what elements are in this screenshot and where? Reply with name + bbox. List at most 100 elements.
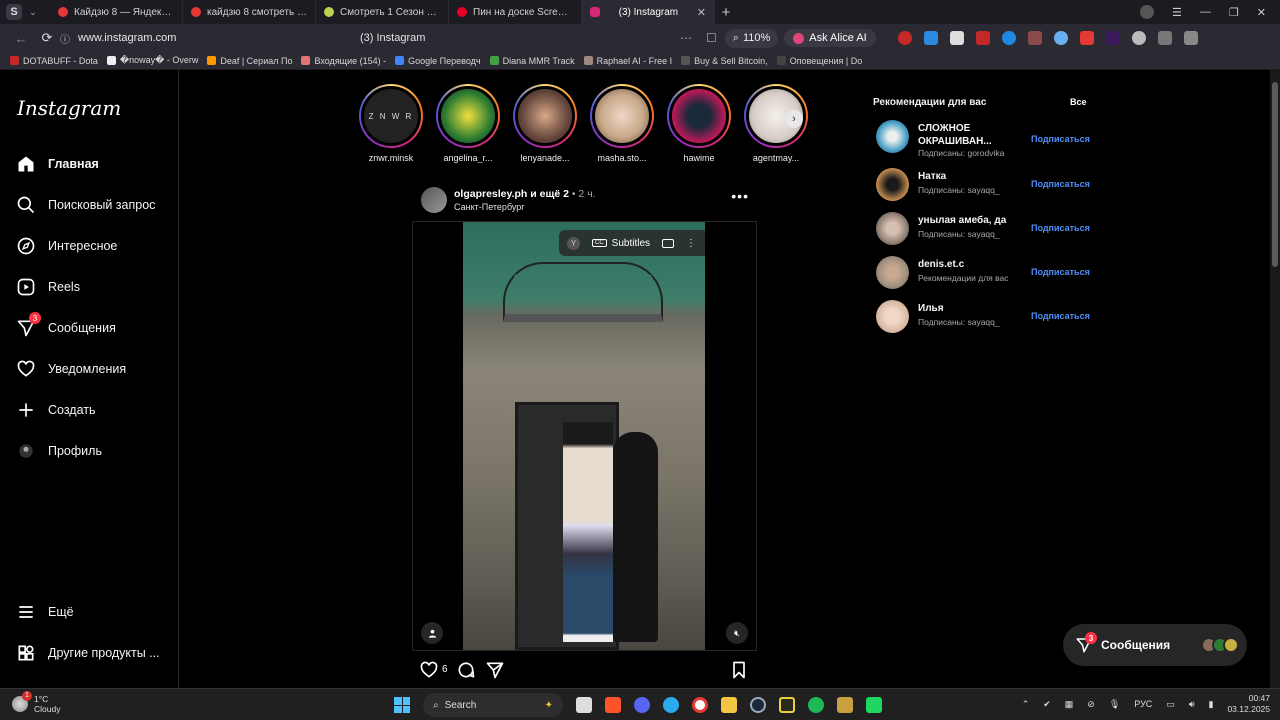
follow-button[interactable]: Подписаться bbox=[1031, 223, 1090, 233]
follow-button[interactable]: Подписаться bbox=[1031, 179, 1090, 189]
zoom-button[interactable]: ⌕ 110% bbox=[724, 28, 779, 48]
share-icon[interactable] bbox=[485, 660, 505, 680]
suggestion-username[interactable]: унылая амеба, да bbox=[918, 214, 1018, 227]
instagram-logo[interactable]: Instagram bbox=[17, 96, 121, 120]
maximize-icon[interactable]: ❐ bbox=[1229, 6, 1239, 19]
extensions-icon[interactable] bbox=[1157, 31, 1172, 45]
suggestion-avatar[interactable] bbox=[876, 212, 909, 245]
taskbar-search[interactable]: ⌕ Search ✦ bbox=[423, 693, 563, 717]
browser-tab[interactable]: Пин на доске Screen wallp bbox=[449, 0, 582, 24]
like-heart-icon[interactable] bbox=[419, 660, 439, 680]
comment-icon[interactable] bbox=[456, 660, 476, 680]
subtitles-button[interactable]: CC Subtitles bbox=[592, 238, 650, 249]
sidebar-item-notifications[interactable]: Уведомления bbox=[16, 359, 126, 379]
spotify-icon[interactable] bbox=[808, 697, 824, 713]
browser-logo[interactable]: S bbox=[6, 4, 22, 20]
folder-icon[interactable] bbox=[721, 697, 737, 713]
battery-icon[interactable]: ▮ bbox=[1209, 699, 1214, 710]
steam-icon[interactable] bbox=[750, 697, 766, 713]
bookmark-item[interactable]: Google Переводч bbox=[395, 56, 489, 66]
sidebar-item-messages[interactable]: 3 Сообщения bbox=[16, 312, 116, 338]
close-tab-icon[interactable]: ✕ bbox=[697, 6, 706, 19]
file-explorer-icon[interactable] bbox=[576, 697, 592, 713]
sidebar-item-home[interactable]: Главная bbox=[16, 154, 99, 174]
more-options-icon[interactable]: ••• bbox=[731, 188, 749, 204]
bookmark-icon[interactable]: ☐ bbox=[706, 31, 717, 45]
extension-icon[interactable] bbox=[923, 31, 938, 45]
adblock-icon[interactable] bbox=[975, 31, 990, 45]
suggestion-username[interactable]: denis.et.c bbox=[918, 258, 1018, 271]
bookmark-item[interactable]: Deaf | Сериал По bbox=[207, 56, 301, 66]
discord-icon[interactable] bbox=[634, 697, 650, 713]
tagged-people-button[interactable] bbox=[421, 622, 443, 644]
sidebar-item-create[interactable]: Создать bbox=[16, 400, 96, 420]
save-bookmark-icon[interactable] bbox=[729, 660, 749, 680]
yandex-icon[interactable]: Y bbox=[567, 236, 580, 250]
bookmark-item[interactable]: Buy & Sell Bitcoin, bbox=[681, 56, 777, 66]
see-all-link[interactable]: Все bbox=[1070, 97, 1087, 107]
suggestion-avatar[interactable] bbox=[876, 256, 909, 289]
sidebar-item-profile[interactable]: Профиль bbox=[16, 441, 102, 461]
post-video[interactable]: Y CC Subtitles ⋮ bbox=[463, 222, 705, 650]
minimize-icon[interactable]: — bbox=[1200, 6, 1211, 18]
story-item[interactable]: hawime bbox=[667, 84, 731, 163]
sidebar-item-more[interactable]: Ещё bbox=[16, 602, 74, 622]
more-vertical-icon[interactable]: ⋮ bbox=[686, 238, 696, 249]
windows-start-icon[interactable] bbox=[394, 697, 410, 713]
follow-button[interactable]: Подписаться bbox=[1031, 311, 1090, 321]
reload-icon[interactable]: ⟳ bbox=[34, 30, 60, 46]
app-icon[interactable] bbox=[779, 697, 795, 713]
weather-widget[interactable]: 1 1°C Cloudy bbox=[12, 691, 60, 714]
new-tab-button[interactable]: + bbox=[715, 4, 737, 21]
app-icon[interactable] bbox=[866, 697, 882, 713]
download-icon[interactable] bbox=[1183, 31, 1198, 45]
extension-icon[interactable] bbox=[1001, 31, 1016, 45]
volume-icon[interactable]: 🔊︎ bbox=[1189, 699, 1195, 710]
close-window-icon[interactable]: ✕ bbox=[1257, 6, 1266, 19]
suggestion-username[interactable]: СЛОЖНОЕ ОКРАШИВАН... bbox=[918, 122, 1018, 148]
bookmark-item[interactable]: �noway� - Overw bbox=[106, 55, 207, 66]
post-media[interactable]: Y CC Subtitles ⋮ 🔇︎ bbox=[412, 221, 757, 651]
picture-in-picture-icon[interactable] bbox=[662, 238, 675, 248]
url-field[interactable]: ⓘ www.instagram.com bbox=[60, 31, 360, 46]
mute-button[interactable]: 🔇︎ bbox=[726, 622, 748, 644]
menu-icon[interactable]: ☰ bbox=[1172, 6, 1182, 19]
suggestion-avatar[interactable] bbox=[876, 300, 909, 333]
stories-next-button[interactable]: › bbox=[785, 110, 803, 128]
post-location[interactable]: Санкт-Петербург bbox=[454, 202, 525, 212]
extension-icon[interactable] bbox=[949, 31, 964, 45]
sidebar-item-reels[interactable]: Reels bbox=[16, 277, 80, 297]
language-indicator[interactable]: РУС bbox=[1134, 699, 1152, 709]
back-icon[interactable]: ← bbox=[8, 31, 34, 46]
suggestion-avatar[interactable] bbox=[876, 120, 909, 153]
suggestion-avatar[interactable] bbox=[876, 168, 909, 201]
browser-tab[interactable]: кайдзю 8 смотреть — Янд bbox=[183, 0, 316, 24]
story-item[interactable]: Z N W R znwr.minsk bbox=[359, 84, 423, 163]
chevron-down-icon[interactable]: ⌄ bbox=[26, 7, 40, 18]
extension-icon[interactable] bbox=[1027, 31, 1042, 45]
youtube-icon[interactable] bbox=[1079, 31, 1094, 45]
browser-tab[interactable]: Кайдзю 8 — Яндекс: наш bbox=[50, 0, 183, 24]
bookmark-item[interactable]: Diana MMR Track bbox=[489, 56, 584, 66]
story-item[interactable]: masha.sto... bbox=[590, 84, 654, 163]
yandex-browser-icon[interactable] bbox=[692, 697, 708, 713]
follow-button[interactable]: Подписаться bbox=[1031, 267, 1090, 277]
browser-tab-active[interactable]: (3) Instagram ✕ bbox=[582, 0, 715, 24]
alice-button[interactable]: Ask Alice AI bbox=[784, 29, 876, 47]
story-item[interactable]: angelina_r... bbox=[436, 84, 500, 163]
sidebar-item-explore[interactable]: Интересное bbox=[16, 236, 117, 256]
suggestion-username[interactable]: Илья bbox=[918, 302, 1018, 315]
suggestion-username[interactable]: Натка bbox=[918, 170, 1018, 183]
browser-tab[interactable]: Смотреть 1 Сезон 3 Сери bbox=[316, 0, 449, 24]
network-icon[interactable]: ▭ bbox=[1166, 699, 1175, 710]
follow-button[interactable]: Подписаться bbox=[1031, 134, 1090, 144]
sidebar-item-search[interactable]: Поисковый запрос bbox=[16, 195, 155, 215]
chevron-up-icon[interactable]: ⌃ bbox=[1022, 699, 1030, 710]
extension-icon[interactable] bbox=[1105, 31, 1120, 45]
extension-icon[interactable] bbox=[1131, 31, 1146, 45]
extension-icon[interactable] bbox=[1053, 31, 1068, 45]
tray-app-icon[interactable]: ✔ bbox=[1043, 699, 1051, 710]
brave-icon[interactable] bbox=[605, 697, 621, 713]
more-dots-icon[interactable]: ⋯ bbox=[680, 31, 692, 45]
tray-app-icon[interactable]: ⊘ bbox=[1087, 699, 1095, 710]
